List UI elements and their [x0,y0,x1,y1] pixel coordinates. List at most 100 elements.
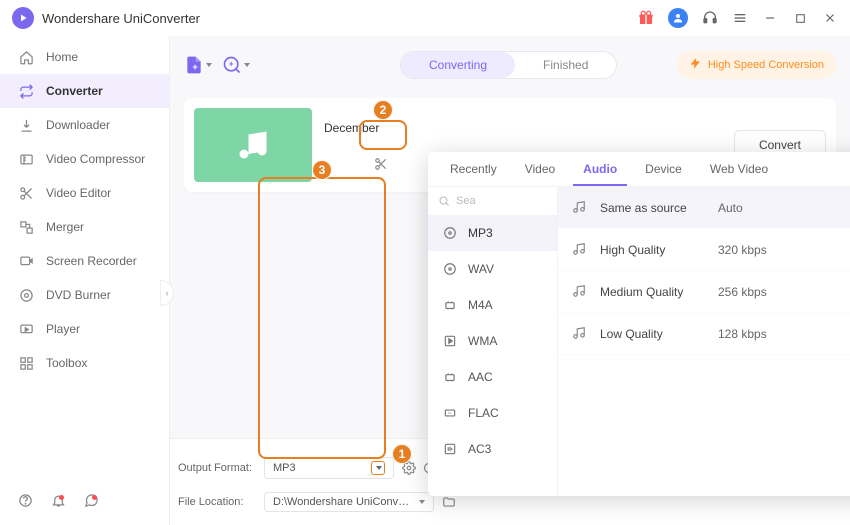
record-icon [18,253,34,269]
converter-icon [18,83,34,99]
bell-icon[interactable] [51,493,66,511]
sidebar-item-downloader[interactable]: Downloader [0,108,169,142]
sidebar-item-recorder[interactable]: Screen Recorder [0,244,169,278]
sidebar-item-label: Merger [46,220,84,234]
compress-icon [18,151,34,167]
message-icon[interactable] [84,493,99,511]
annotation-badge-1: 1 [392,444,412,464]
headset-icon[interactable] [702,10,718,26]
music-icon [572,284,588,300]
add-url-button[interactable]: + [222,52,250,78]
download-icon [18,117,34,133]
sidebar-item-label: Player [46,322,80,336]
format-label: M4A [468,298,493,312]
close-icon[interactable] [822,10,838,26]
file-location-value: D:\Wondershare UniConverter 1 [273,496,413,508]
sidebar-item-label: Home [46,50,78,64]
app-title: Wondershare UniConverter [42,11,200,26]
sidebar-item-toolbox[interactable]: Toolbox [0,346,169,380]
search-icon [438,195,450,207]
menu-icon[interactable] [732,10,748,26]
sidebar-item-dvd[interactable]: DVD Burner [0,278,169,312]
quality-rate: Auto [718,201,743,215]
flac-icon: FL [442,405,458,421]
file-location-dropdown[interactable]: D:\Wondershare UniConverter 1 [264,492,434,512]
app-logo [12,7,34,29]
sidebar-item-editor[interactable]: Video Editor [0,176,169,210]
sidebar-item-home[interactable]: Home [0,40,169,74]
music-icon [572,242,588,258]
segment-converting[interactable]: Converting [401,52,515,78]
format-item-wav[interactable]: WAV [428,251,557,287]
format-item-m4a[interactable]: M4A [428,287,557,323]
format-item-wma[interactable]: WMA [428,323,557,359]
format-item-flac[interactable]: FL FLAC [428,395,557,431]
track-title: December [324,121,379,135]
quality-row-same[interactable]: Same as sourceAuto [558,187,850,229]
help-icon[interactable] [18,493,33,511]
sidebar-item-merger[interactable]: Merger [0,210,169,244]
quality-name: High Quality [600,243,718,257]
quality-rate: 256 kbps [718,285,767,299]
maximize-icon[interactable] [792,10,808,26]
annotation-badge-3: 3 [312,160,332,180]
annotation-badge-2: 2 [373,100,393,120]
tab-video[interactable]: Video [515,152,565,186]
format-label: FLAC [468,406,499,420]
format-search[interactable]: Sea [428,187,557,215]
svg-text:+: + [192,62,197,72]
main-toolbar: + + Converting Finished High Speed Conve… [184,44,836,86]
open-folder-icon[interactable] [442,495,456,509]
avatar-icon[interactable] [668,8,688,28]
format-popover: Recently Video Audio Device Web Video Se… [428,152,850,496]
sidebar-item-compressor[interactable]: Video Compressor [0,142,169,176]
quality-row-high[interactable]: High Quality320 kbps [558,229,850,271]
sidebar-item-label: Video Compressor [46,152,145,166]
gift-icon[interactable] [638,10,654,26]
trim-icon[interactable] [374,157,388,171]
search-placeholder: Sea [456,195,476,207]
sidebar-item-player[interactable]: Player [0,312,169,346]
note-icon [442,441,458,457]
sidebar-footer [0,479,169,525]
home-icon [18,49,34,65]
tab-device[interactable]: Device [635,152,692,186]
merge-icon [18,219,34,235]
format-label: WAV [468,262,494,276]
tab-recently[interactable]: Recently [440,152,507,186]
lightning-icon [689,57,702,73]
high-speed-label: High Speed Conversion [708,59,824,71]
format-item-mp3[interactable]: MP3 [428,215,557,251]
play-icon [18,321,34,337]
sidebar-item-label: Toolbox [46,356,87,370]
format-item-ac3[interactable]: AC3 [428,431,557,467]
sidebar-item-label: Converter [46,84,103,98]
titlebar: Wondershare UniConverter [0,0,850,36]
format-label: AC3 [468,442,491,456]
main-area: + + Converting Finished High Speed Conve… [170,36,850,525]
minimize-icon[interactable] [762,10,778,26]
format-label: WMA [468,334,497,348]
tab-web-video[interactable]: Web Video [700,152,778,186]
quality-rate: 320 kbps [718,243,767,257]
music-icon [572,200,588,216]
sidebar-item-label: DVD Burner [46,288,111,302]
format-item-aac[interactable]: AAC [428,359,557,395]
output-format-dropdown[interactable]: MP3 [264,457,394,479]
quality-row-low[interactable]: Low Quality128 kbps [558,313,850,355]
tab-audio[interactable]: Audio [573,152,627,186]
sidebar-item-converter[interactable]: Converter [0,74,169,108]
track-thumbnail[interactable] [194,108,312,182]
add-file-button[interactable]: + [184,52,212,78]
sidebar: Home Converter Downloader Video Compress… [0,36,170,525]
format-label: MP3 [468,226,493,240]
output-format-label: Output Format: [178,462,256,474]
sidebar-item-label: Downloader [46,118,110,132]
chip-icon [442,297,458,313]
quality-row-medium[interactable]: Medium Quality256 kbps [558,271,850,313]
segment-finished[interactable]: Finished [515,52,616,78]
output-format-value: MP3 [273,462,296,474]
quality-list: Same as sourceAuto High Quality320 kbps … [558,187,850,496]
chevron-down-icon [419,500,425,504]
high-speed-button[interactable]: High Speed Conversion [677,51,836,79]
